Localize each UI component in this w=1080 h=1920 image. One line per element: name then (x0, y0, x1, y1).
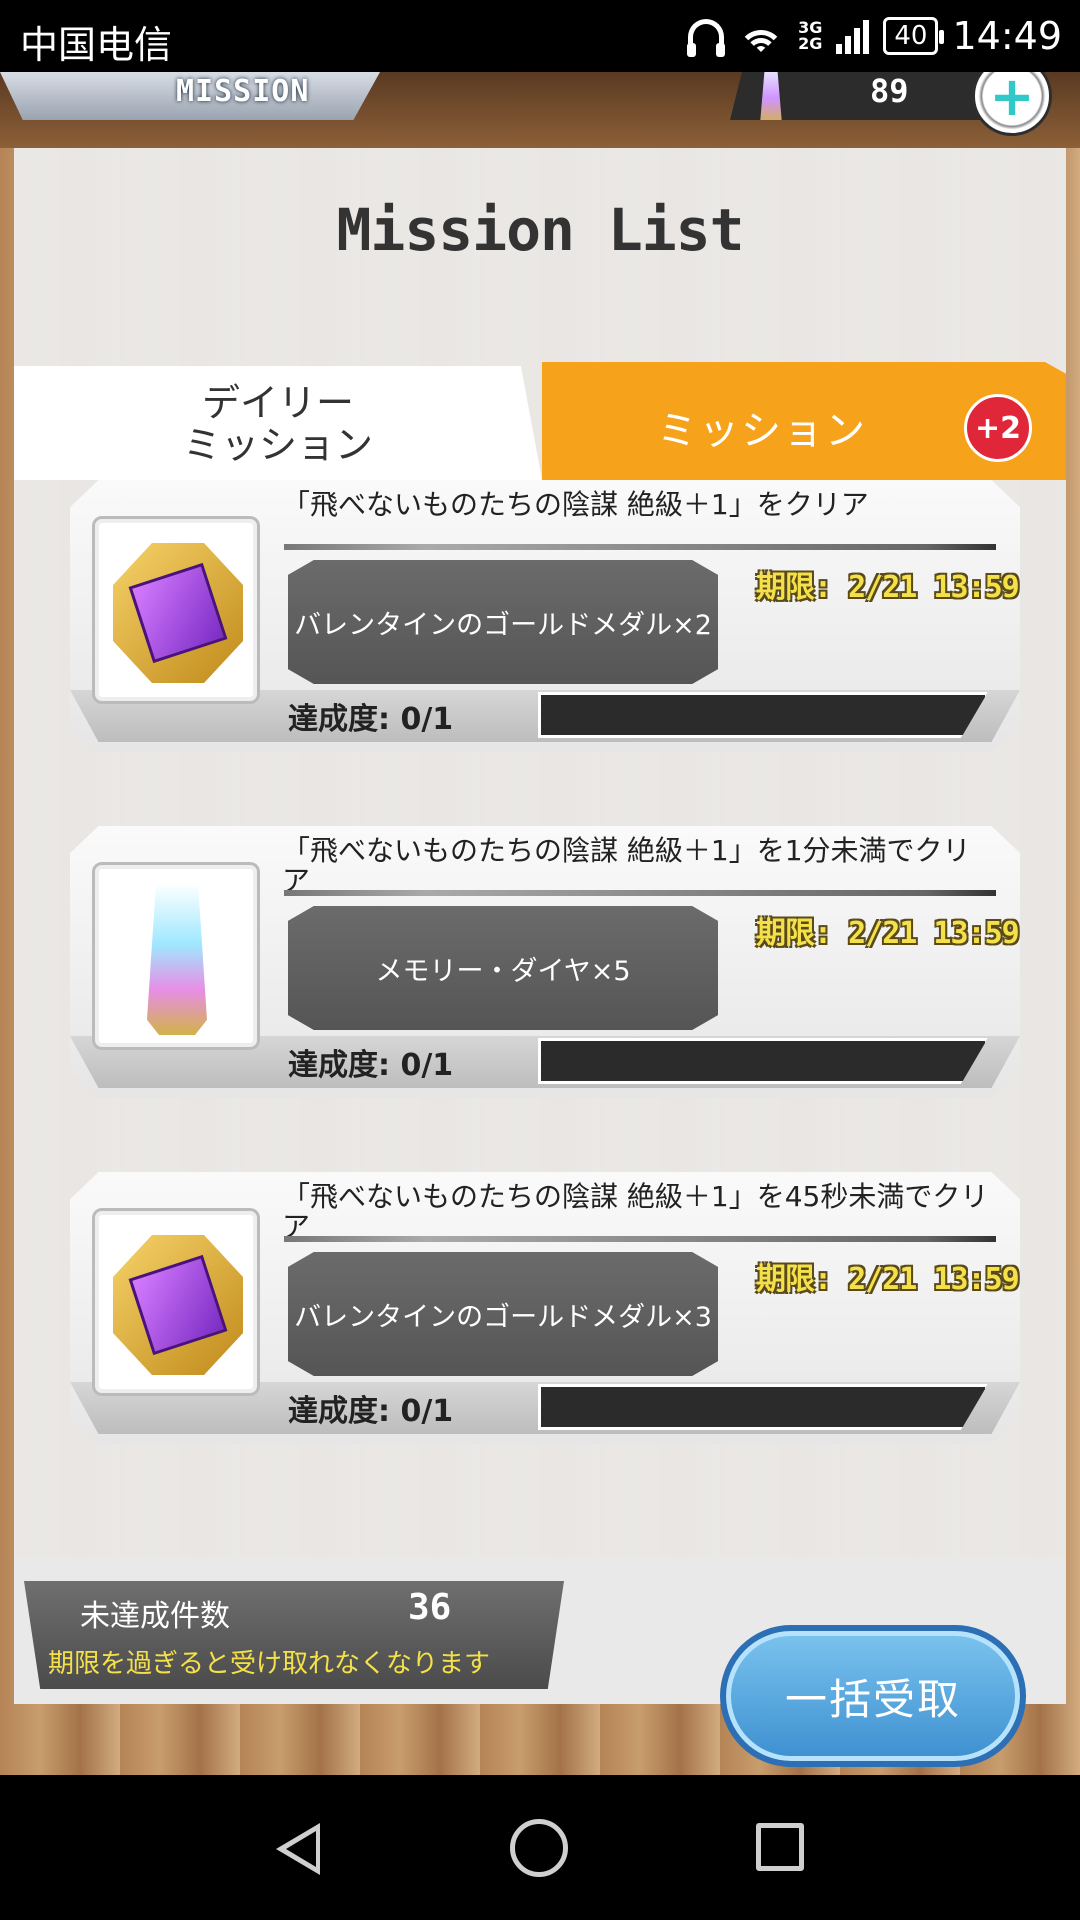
divider (284, 544, 996, 550)
progress-bar (538, 692, 988, 738)
divider (284, 890, 996, 896)
reward-icon-frame (92, 516, 260, 704)
progress-label: 達成度: 0/1 (288, 702, 454, 737)
reward-label: バレンタインのゴールドメダル×3 (288, 1252, 718, 1376)
home-icon[interactable] (510, 1819, 568, 1877)
mission-description: 「飛べないものたちの陰謀 絶級＋1」をクリア (282, 488, 869, 521)
signal-icon (836, 18, 870, 54)
deadline-label: 期限: 2/21 13:59 (756, 1262, 1020, 1297)
divider (284, 1236, 996, 1242)
mission-card[interactable]: 「飛べないものたちの陰謀 絶級＋1」を1分未満でクリア メモリー・ダイヤ×5 期… (70, 826, 1020, 1098)
top-bar: MISSION 89 + (0, 72, 1080, 148)
chocolate-medal-icon (113, 543, 243, 683)
status-bar: 中国电信 3G 2G 40 14:49 (0, 0, 1080, 72)
reward-icon-frame (92, 1208, 260, 1396)
carrier-name: 中国电信 (20, 23, 173, 67)
expiry-warning: 期限を過ぎると受け取れなくなります (48, 1649, 491, 1679)
back-icon[interactable] (276, 1823, 320, 1875)
uncompleted-label: 未達成件数 (80, 1599, 230, 1634)
status-icons: 3G 2G 40 14:49 (687, 14, 1062, 58)
reward-label: メモリー・ダイヤ×5 (288, 906, 718, 1030)
notification-badge: +2 (964, 394, 1032, 462)
mission-header-label: MISSION (176, 74, 310, 109)
network-type-2g: 2G (798, 34, 823, 53)
reward-label: バレンタインのゴールドメダル×2 (288, 560, 718, 684)
progress-bar (538, 1038, 988, 1084)
game-screen: MISSION 89 + Mission List デイリー ミッション ミッシ… (0, 72, 1080, 1775)
progress-label: 達成度: 0/1 (288, 1048, 454, 1083)
tab-mission-label: ミッション (657, 408, 867, 454)
battery-indicator: 40 (883, 17, 945, 55)
tab-daily-mission-label: デイリー ミッション (182, 381, 373, 467)
currency-amount: 89 (870, 72, 909, 110)
wifi-icon (738, 18, 785, 54)
bulk-receive-button[interactable]: 一括受取 (720, 1625, 1026, 1767)
tab-daily-mission[interactable]: デイリー ミッション (14, 366, 542, 480)
progress-bar (538, 1384, 988, 1430)
page-title: Mission List (336, 196, 744, 264)
clock: 14:49 (952, 14, 1062, 58)
mission-list[interactable]: 「飛べないものたちの陰謀 絶級＋1」をクリア バレンタインのゴールドメダル×2 … (14, 480, 1066, 1630)
memory-diamond-icon (760, 72, 782, 120)
mission-description: 「飛べないものたちの陰謀 絶級＋1」を45秒未満でクリア (282, 1180, 989, 1243)
add-currency-button[interactable]: + (972, 72, 1052, 136)
network-type: 3G 2G (798, 20, 822, 52)
deadline-label: 期限: 2/21 13:59 (756, 570, 1020, 605)
plus-icon: + (989, 72, 1035, 128)
mission-header-banner: MISSION (0, 72, 380, 120)
reward-icon-frame (92, 862, 260, 1050)
uncompleted-counter: 未達成件数 36 期限を過ぎると受け取れなくなります (24, 1581, 564, 1689)
mission-card[interactable]: 「飛べないものたちの陰謀 絶級＋1」を45秒未満でクリア バレンタインのゴールド… (70, 1172, 1020, 1444)
chocolate-medal-icon (113, 1235, 243, 1375)
recent-apps-icon[interactable] (756, 1823, 804, 1871)
headphone-icon (687, 19, 726, 57)
navigation-bar (0, 1775, 1080, 1920)
progress-label: 達成度: 0/1 (288, 1394, 454, 1429)
mission-description: 「飛べないものたちの陰謀 絶級＋1」を1分未満でクリア (282, 834, 971, 897)
uncompleted-count: 36 (408, 1587, 452, 1628)
mission-card[interactable]: 「飛べないものたちの陰謀 絶級＋1」をクリア バレンタインのゴールドメダル×2 … (70, 480, 1020, 752)
memory-diamond-icon (147, 883, 207, 1035)
deadline-label: 期限: 2/21 13:59 (756, 916, 1020, 951)
